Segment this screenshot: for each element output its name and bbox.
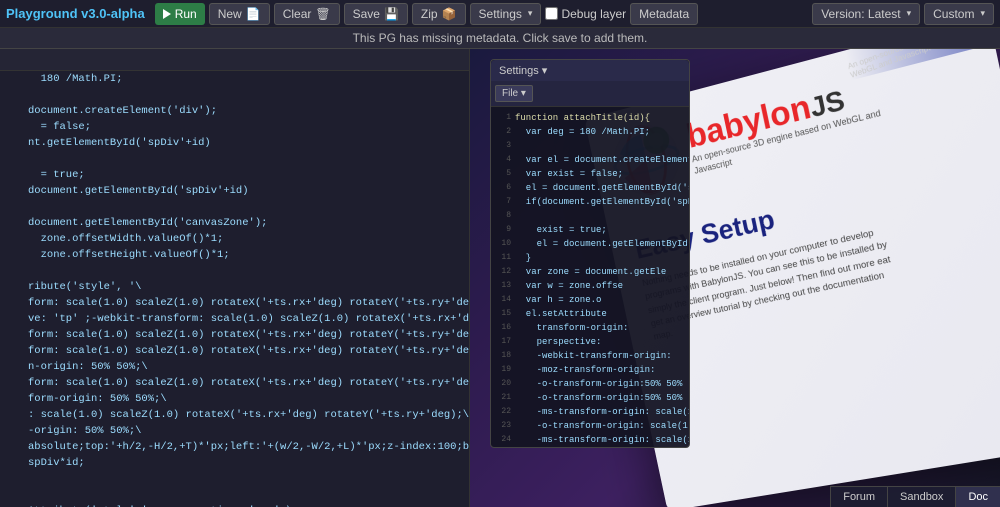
inner-code-line: 2 var deg = 180 /Math.PI; [495,125,685,139]
settings-button[interactable]: Settings ▾ [470,3,542,25]
code-line [0,263,469,279]
code-line: n-origin: 50% 50%;\ [0,359,469,375]
custom-button[interactable]: Custom ▾ [924,3,994,25]
inner-code-line: 19 -moz-transform-origin: [495,363,685,377]
code-line: = true; [0,167,469,183]
code-line [0,199,469,215]
code-line: -origin: 50% 50%;\ [0,423,469,439]
inner-code-line: 21 -o-transform-origin:50% 50% [495,391,685,405]
code-line: 180 /Math.PI; [0,71,469,87]
code-line [0,151,469,167]
toolbar: Playground v3.0-alpha Run New 📄 Clear 🗑 … [0,0,1000,28]
inner-code-line: 24 -ms-transform-origin: scale(1.0) Scal… [495,433,685,447]
play-icon [163,9,171,19]
code-line: absolute;top:'+h/2,-H/2,+T)*'px;left:'+(… [0,439,469,455]
run-button[interactable]: Run [155,3,205,25]
inner-code-line: 11 } [495,251,685,265]
debug-layer-checkbox[interactable]: Debug layer [545,7,626,21]
preview-area[interactable]: 60 fps Settings ▾ File ▾ 1function attac… [470,49,1000,507]
inner-code-line: 7 if(document.getElementById('spDiv'+id) [495,195,685,209]
inner-code-line: 8 [495,209,685,223]
inner-code-line: 6 el = document.getElementById('spDiv'+i… [495,181,685,195]
code-line: form: scale(1.0) scaleZ(1.0) rotateX('+t… [0,343,469,359]
settings-toolbar: File ▾ [491,81,689,107]
inner-code-line: 16 transform-origin: [495,321,685,335]
code-line: nt.getElementById('spDiv'+id) [0,135,469,151]
code-line [0,87,469,103]
notification-bar: This PG has missing metadata. Click save… [0,28,1000,49]
metadata-button[interactable]: Metadata [630,3,698,25]
code-line: ribute('style', '\ [0,279,469,295]
inner-code-line: 5 var exist = false; [495,167,685,181]
inner-code-line: 14 var h = zone.o [495,293,685,307]
code-line [0,471,469,487]
inner-code-line: 1function attachTitle(id){ [495,111,685,125]
save-button[interactable]: Save 💾 [344,3,408,25]
inner-code-line: 23 -o-transform-origin: scale(1.0) Scale… [495,419,685,433]
inner-code-line: 10 el = document.getElementById [495,237,685,251]
inner-code-line: 13 var w = zone.offse [495,279,685,293]
zip-button[interactable]: Zip 📦 [412,3,466,25]
code-line: form-origin: 50% 50%;\ [0,391,469,407]
sandbox-tab[interactable]: Sandbox [887,486,955,507]
inner-code-panel: 1function attachTitle(id){2 var deg = 18… [491,107,689,447]
code-line: document.getElementById('canvasZone'); [0,215,469,231]
file-button[interactable]: File ▾ [495,85,533,102]
inner-code-line: 12 var zone = document.getEle [495,265,685,279]
code-line: zone.offsetHeight.valueOf()*1; [0,247,469,263]
code-line: = false; [0,119,469,135]
inner-code-line: 3 [495,139,685,153]
brand-title: Playground v3.0-alpha [6,6,145,21]
version-button[interactable]: Version: Latest ▾ [812,3,920,25]
settings-panel: Settings ▾ File ▾ 1function attachTitle(… [490,59,690,448]
inner-code-line: 18 -webkit-transform-origin: [495,349,685,363]
code-line: form: scale(1.0) scaleZ(1.0) rotateX('+t… [0,375,469,391]
clear-button[interactable]: Clear 🗑 [274,3,340,25]
code-line: : scale(1.0) scaleZ(1.0) rotateX('+ts.rx… [0,407,469,423]
inner-code-line: 20 -o-transform-origin:50% 50% [495,377,685,391]
inner-code-line: 15 el.setAttribute [495,307,685,321]
code-content[interactable]: 180 /Math.PI; document.createElement('div… [0,71,469,507]
code-line: document.createElement('div'); [0,103,469,119]
code-line: ve: 'tp' ;-webkit-transform: scale(1.0) … [0,311,469,327]
code-line: document.getElementById('spDiv'+id) [0,183,469,199]
main-area: 180 /Math.PI; document.createElement('div… [0,49,1000,507]
code-line [0,487,469,503]
bottom-tabs: Forum Sandbox Doc [830,486,1000,507]
code-line: Attribute('style','-o-perspective: '+p+'… [0,503,469,507]
code-line: form: scale(1.0) scaleZ(1.0) rotateX('+t… [0,327,469,343]
editor-toolbar [0,49,469,71]
settings-header: Settings ▾ [491,60,689,81]
code-line: spDiv*id; [0,455,469,471]
doc-tab[interactable]: Doc [955,486,1000,507]
code-editor[interactable]: 180 /Math.PI; document.createElement('div… [0,49,470,507]
debug-layer-input[interactable] [545,7,558,20]
code-line: zone.offsetWidth.valueOf()*1; [0,231,469,247]
inner-code-line: 17 perspective: [495,335,685,349]
inner-code-line: 9 exist = true; [495,223,685,237]
inner-code-line: 4 var el = document.createElement('div')… [495,153,685,167]
code-line: form: scale(1.0) scaleZ(1.0) rotateX('+t… [0,295,469,311]
forum-tab[interactable]: Forum [830,486,887,507]
new-button[interactable]: New 📄 [209,3,270,25]
inner-code-line: 22 -ms-transform-origin: scale(1.0) Scal… [495,405,685,419]
